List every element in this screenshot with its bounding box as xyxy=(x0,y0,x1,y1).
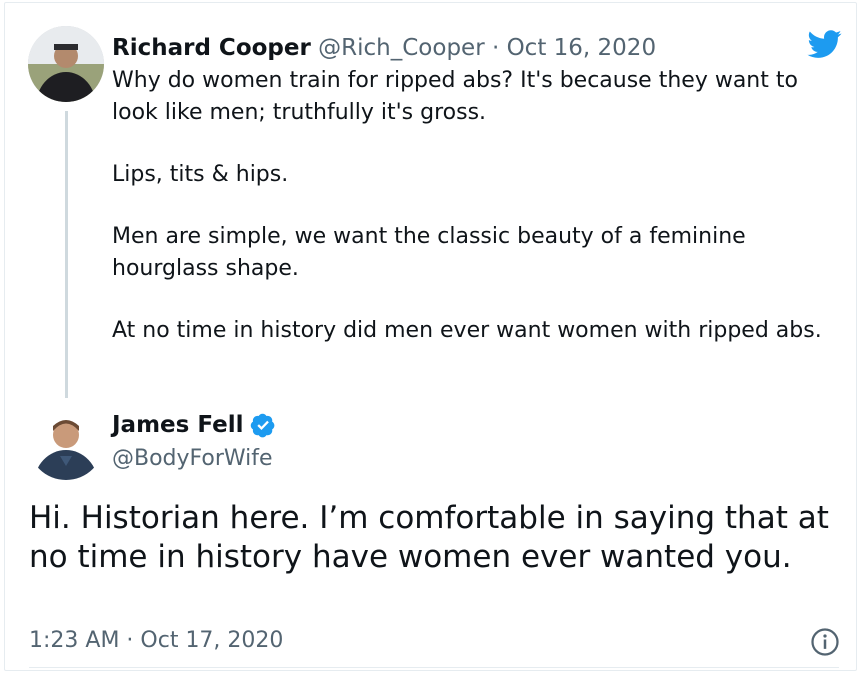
verified-badge-icon xyxy=(250,412,276,438)
divider xyxy=(29,667,839,668)
tweet-timestamp[interactable]: 1:23 AM · Oct 17, 2020 xyxy=(29,625,283,657)
tweet-card: Richard Cooper @Rich_Cooper · Oct 16, 20… xyxy=(4,2,857,671)
avatar[interactable] xyxy=(28,26,104,102)
quoted-tweet-text: Why do women train for ripped abs? It's … xyxy=(112,65,842,347)
quoted-paragraph: Lips, tits & hips. xyxy=(112,162,289,187)
info-icon[interactable] xyxy=(810,627,840,657)
quoted-handle-date[interactable]: @Rich_Cooper · Oct 16, 2020 xyxy=(318,35,656,61)
tweet-text: Hi. Historian here. I’m comfortable in s… xyxy=(29,500,829,575)
thread-connector xyxy=(65,111,68,398)
quoted-paragraph: Why do women train for ripped abs? It's … xyxy=(112,68,798,125)
author-handle[interactable]: @BodyForWife xyxy=(112,443,273,475)
quoted-display-name[interactable]: Richard Cooper xyxy=(112,35,311,61)
quoted-paragraph: At no time in history did men ever want … xyxy=(112,318,822,343)
author-display-name[interactable]: James Fell xyxy=(112,408,244,442)
avatar[interactable] xyxy=(28,404,104,480)
quoted-tweet-header: Richard Cooper @Rich_Cooper · Oct 16, 20… xyxy=(112,32,656,64)
twitter-bird-icon[interactable] xyxy=(805,27,845,61)
author-name-row: James Fell xyxy=(112,408,276,442)
quoted-paragraph: Men are simple, we want the classic beau… xyxy=(112,224,746,281)
